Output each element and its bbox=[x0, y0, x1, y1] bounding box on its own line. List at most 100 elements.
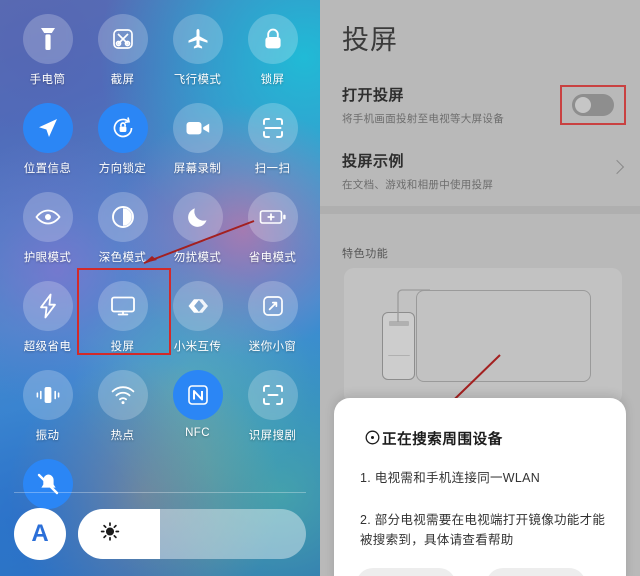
airplane-icon bbox=[172, 14, 223, 64]
lightning-bolt-icon bbox=[22, 281, 73, 331]
scan-screen-icon bbox=[247, 370, 298, 420]
mi-share-icon bbox=[172, 281, 223, 331]
sun-brightness-icon bbox=[100, 522, 120, 547]
tile-label: 深色模式 bbox=[98, 252, 147, 264]
tile-label: 屏幕录制 bbox=[173, 163, 222, 175]
tile-label: 护眼模式 bbox=[23, 252, 72, 264]
hotspot-wifi-icon bbox=[97, 370, 148, 420]
tile-rotation-lock[interactable]: 方向锁定 bbox=[85, 103, 160, 192]
sheet-action-button-left[interactable] bbox=[356, 568, 456, 576]
scissors-screenshot-icon bbox=[97, 14, 148, 64]
location-arrow-icon bbox=[22, 103, 73, 153]
toggle-knob bbox=[575, 97, 591, 113]
tile-label: 热点 bbox=[110, 430, 135, 442]
tile-screen-record[interactable]: 屏幕录制 bbox=[160, 103, 235, 192]
tv-panel-top-right bbox=[509, 301, 581, 333]
tile-label: 方向锁定 bbox=[98, 163, 147, 175]
vibration-icon bbox=[22, 370, 73, 420]
tile-location[interactable]: 位置信息 bbox=[10, 103, 85, 192]
tile-mi-share[interactable]: 小米互传 bbox=[160, 281, 235, 370]
auto-brightness-icon[interactable]: A bbox=[14, 508, 66, 560]
searching-radar-icon bbox=[365, 430, 380, 445]
auto-brightness-label: A bbox=[31, 520, 49, 547]
phone-keypad bbox=[388, 355, 410, 375]
quick-settings-row: 超级省电 投屏 小米互传 迷你小窗 bbox=[10, 281, 310, 370]
brightness-slider[interactable] bbox=[78, 509, 306, 559]
tile-label: 截屏 bbox=[110, 74, 135, 86]
tile-label: 识屏搜剧 bbox=[248, 430, 297, 442]
cast-toggle-switch[interactable] bbox=[572, 94, 614, 116]
quick-settings-row: 手电筒 截屏 飞行模式 锁屏 bbox=[10, 14, 310, 103]
cast-toggle-highlight-box bbox=[560, 85, 626, 125]
tile-label: 迷你小窗 bbox=[248, 341, 297, 353]
tv-panel-bottom-right-1 bbox=[509, 341, 542, 373]
mute-bell-icon bbox=[22, 459, 73, 509]
mini-window-icon bbox=[247, 281, 298, 331]
cast-example-row[interactable]: 投屏示例 在文档、游戏和相册中使用投屏 bbox=[342, 150, 624, 192]
tile-label: 位置信息 bbox=[23, 163, 72, 175]
control-center-panel: 手电筒 截屏 飞行模式 锁屏 位置信息 方向锁定 屏幕录制 扫一扫 护眼模式 深… bbox=[0, 0, 320, 576]
sheet-action-button-right[interactable] bbox=[486, 568, 586, 576]
nfc-icon bbox=[172, 370, 223, 420]
cast-connection-line bbox=[397, 289, 430, 322]
tile-vibration[interactable]: 振动 bbox=[10, 370, 85, 459]
cast-example-title: 投屏示例 bbox=[342, 153, 405, 170]
tile-flashlight[interactable]: 手电筒 bbox=[10, 14, 85, 103]
tile-mini-window[interactable]: 迷你小窗 bbox=[235, 281, 310, 370]
tile-eye-comfort[interactable]: 护眼模式 bbox=[10, 192, 85, 281]
tile-label: 省电模式 bbox=[248, 252, 297, 264]
tile-label: 飞行模式 bbox=[173, 74, 222, 86]
search-tip-2: 2. 部分电视需要在电视端打开镜像功能才能被搜索到，具体请查看帮助 bbox=[360, 513, 606, 547]
cast-example-subtitle: 在文档、游戏和相册中使用投屏 bbox=[342, 179, 494, 191]
divider bbox=[14, 492, 306, 493]
quick-settings-grid: 手电筒 截屏 飞行模式 锁屏 位置信息 方向锁定 屏幕录制 扫一扫 护眼模式 深… bbox=[0, 0, 320, 576]
search-status-text: 正在搜索周围设备 bbox=[382, 432, 503, 448]
phone-to-tv-cast-illustration bbox=[344, 268, 622, 404]
tv-panel-left bbox=[427, 301, 501, 373]
phone-outline bbox=[382, 312, 415, 380]
eye-icon bbox=[22, 192, 73, 242]
search-status-title: 正在搜索周围设备 bbox=[360, 428, 503, 449]
tile-do-not-disturb[interactable]: 勿扰模式 bbox=[160, 192, 235, 281]
tile-label: 超级省电 bbox=[23, 341, 72, 353]
battery-saver-icon bbox=[247, 192, 298, 242]
section-divider bbox=[320, 206, 640, 214]
tile-battery-saver[interactable]: 省电模式 bbox=[235, 192, 310, 281]
device-search-sheet: 正在搜索周围设备 1. 电视需和手机连接同一WLAN 2. 部分电视需要在电视端… bbox=[334, 398, 626, 576]
tile-label: 勿扰模式 bbox=[173, 252, 222, 264]
tile-label: 振动 bbox=[35, 430, 60, 442]
tile-label: 投屏 bbox=[110, 341, 135, 353]
tile-nfc[interactable]: NFC bbox=[160, 370, 235, 459]
tile-dark-mode[interactable]: 深色模式 bbox=[85, 192, 160, 281]
rotation-lock-icon bbox=[97, 103, 148, 153]
tile-screenshot[interactable]: 截屏 bbox=[85, 14, 160, 103]
quick-settings-row: 位置信息 方向锁定 屏幕录制 扫一扫 bbox=[10, 103, 310, 192]
quick-settings-row: 护眼模式 深色模式 勿扰模式 省电模式 bbox=[10, 192, 310, 281]
tile-cast[interactable]: 投屏 bbox=[85, 281, 160, 370]
cast-monitor-icon bbox=[97, 281, 148, 331]
lock-icon bbox=[247, 14, 298, 64]
flashlight-icon bbox=[22, 14, 73, 64]
search-tip-1: 1. 电视需和手机连接同一WLAN bbox=[360, 471, 541, 485]
tile-screen-search[interactable]: 识屏搜剧 bbox=[235, 370, 310, 459]
tile-label: 锁屏 bbox=[260, 74, 285, 86]
tv-panel-bottom-right-2 bbox=[548, 341, 581, 373]
page-title: 投屏 bbox=[342, 25, 398, 55]
video-camera-icon bbox=[172, 103, 223, 153]
quick-settings-row: 振动 热点 NFC 识屏搜剧 bbox=[10, 370, 310, 459]
cast-settings-page: 投屏 打开投屏 将手机画面投射至电视等大屏设备 投屏示例 在文档、游戏和相册中使… bbox=[320, 0, 640, 576]
tile-scan[interactable]: 扫一扫 bbox=[235, 103, 310, 192]
tile-label: NFC bbox=[185, 427, 210, 439]
tile-ultra-battery-saver[interactable]: 超级省电 bbox=[10, 281, 85, 370]
contrast-circle-icon bbox=[97, 192, 148, 242]
tile-airplane-mode[interactable]: 飞行模式 bbox=[160, 14, 235, 103]
brightness-controls: A bbox=[14, 506, 306, 562]
tile-label: 小米互传 bbox=[173, 341, 222, 353]
tile-hotspot[interactable]: 热点 bbox=[85, 370, 160, 459]
tile-label: 手电筒 bbox=[29, 74, 66, 86]
screenshot-root: 手电筒 截屏 飞行模式 锁屏 位置信息 方向锁定 屏幕录制 扫一扫 护眼模式 深… bbox=[0, 0, 640, 576]
tile-lock-screen[interactable]: 锁屏 bbox=[235, 14, 310, 103]
moon-icon bbox=[172, 192, 223, 242]
tile-label: 扫一扫 bbox=[254, 163, 291, 175]
feature-section-label: 特色功能 bbox=[342, 248, 389, 260]
